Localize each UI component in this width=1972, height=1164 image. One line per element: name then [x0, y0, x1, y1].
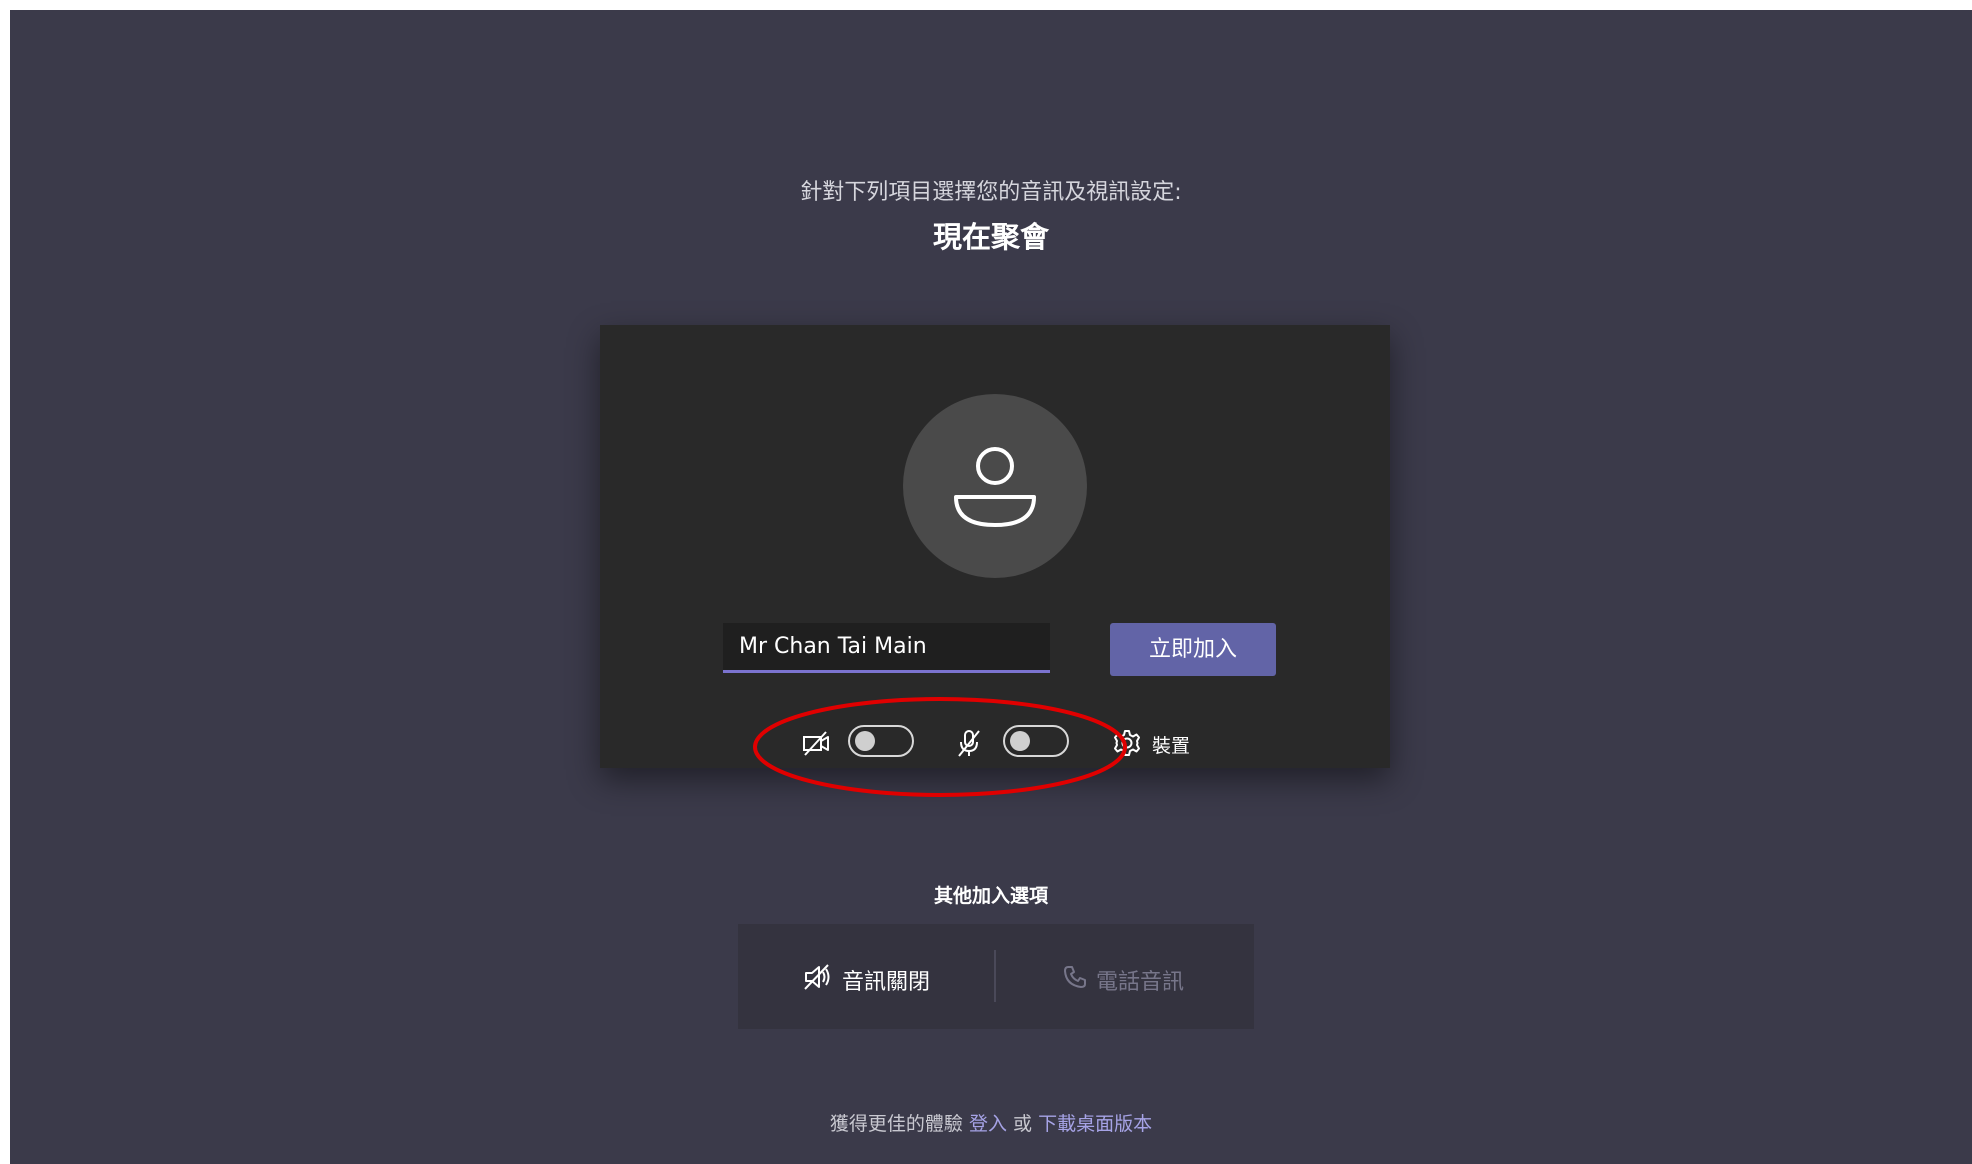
phone-audio-option[interactable]: 電話音訊 — [998, 924, 1253, 1029]
footer-prefix: 獲得更佳的體驗 — [829, 1113, 963, 1135]
audio-off-label: 音訊關閉 — [842, 970, 931, 995]
meeting-join-screen: 針對下列項目選擇您的音訊及視訊設定: 現在聚會 立即加入 — [10, 10, 1972, 1164]
speaker-off-icon — [804, 964, 830, 990]
footer-or: 或 — [1013, 1113, 1033, 1135]
join-now-button[interactable]: 立即加入 — [1110, 623, 1276, 676]
footer: 獲得更佳的體驗 登入 或 下載桌面版本 — [10, 1109, 1972, 1136]
settings-subtitle: 針對下列項目選擇您的音訊及視訊設定: — [800, 180, 1182, 205]
other-join-options: 音訊關閉 電話音訊 — [738, 924, 1254, 1029]
other-options-title: 其他加入選項 — [933, 885, 1048, 907]
camera-toggle-knob — [855, 731, 875, 751]
devices-label: 裝置 — [1152, 735, 1191, 757]
phone-audio-label: 電話音訊 — [1096, 970, 1185, 995]
sign-in-link[interactable]: 登入 — [969, 1113, 1007, 1135]
mic-toggle[interactable] — [1003, 725, 1069, 757]
options-divider — [994, 950, 996, 1002]
download-desktop-link[interactable]: 下載桌面版本 — [1038, 1113, 1152, 1135]
phone-icon — [1064, 966, 1086, 988]
avatar — [903, 394, 1087, 578]
mic-toggle-knob — [1010, 731, 1030, 751]
camera-toggle[interactable] — [848, 725, 914, 757]
mic-off-icon — [958, 730, 980, 757]
display-name-input[interactable] — [723, 623, 1050, 673]
audio-off-option[interactable]: 音訊關閉 — [738, 924, 993, 1029]
video-preview-panel: 立即加入 裝置 — [600, 325, 1390, 768]
camera-off-icon — [803, 731, 829, 756]
person-icon — [954, 447, 1036, 527]
meeting-title: 現在聚會 — [932, 220, 1049, 254]
gear-icon — [1114, 730, 1140, 756]
